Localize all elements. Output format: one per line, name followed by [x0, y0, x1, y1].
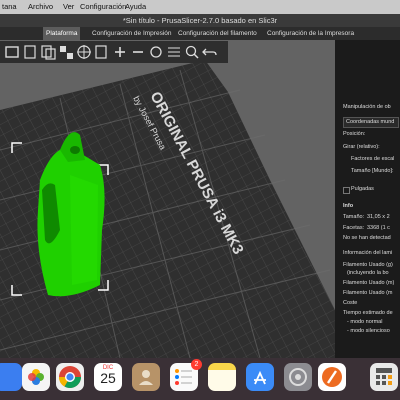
- app-store-icon[interactable]: [246, 363, 274, 391]
- reminders-icon[interactable]: 2: [170, 359, 202, 391]
- silent-mode-label: - modo silencioso: [347, 328, 390, 334]
- chrome-icon[interactable]: [56, 363, 84, 391]
- tab-configuracion-impresora[interactable]: Configuración de la Impresora: [264, 27, 357, 40]
- size-world-label: Tamaño [Mundo]:: [351, 168, 394, 174]
- inches-checkbox[interactable]: [343, 187, 350, 194]
- finder-icon[interactable]: [0, 363, 22, 391]
- facets-value: 3368 (1 c: [367, 225, 390, 231]
- split-icon[interactable]: [147, 43, 165, 61]
- slicing-info-heading: Información del lami: [343, 250, 393, 256]
- 3d-viewport[interactable]: ORIGINAL PRUSA i3 MK3 by Josef Prusa: [0, 40, 335, 358]
- filament-used-g-label: Filamento Usado (g): [343, 262, 393, 268]
- coordinates-select[interactable]: Coordenadas mund: [343, 117, 399, 128]
- delete-all-icon[interactable]: [39, 43, 57, 61]
- tab-bar: Plataforma Configuración de Impresión Co…: [0, 27, 400, 40]
- size-label: Tamaño:: [343, 214, 365, 220]
- tab-configuracion-impresion[interactable]: Configuración de Impresión: [89, 27, 175, 40]
- print-bed-scene[interactable]: ORIGINAL PRUSA i3 MK3 by Josef Prusa: [0, 40, 335, 358]
- filament-including-label: (incluyendo la bo: [347, 270, 389, 276]
- reminders-badge: 2: [191, 359, 202, 370]
- estimated-time-label: Tiempo estimado de: [343, 310, 393, 316]
- filament-used-mm-label: Filamento Usado (m: [343, 290, 393, 296]
- tab-configuracion-filamento[interactable]: Configuración del filamento: [175, 27, 260, 40]
- position-label: Posición:: [343, 131, 366, 137]
- scale-factors-label: Factores de escal: [351, 156, 395, 162]
- inches-label: Pulgadas: [351, 186, 374, 192]
- menu-item-configuracion[interactable]: Configuración: [80, 2, 126, 11]
- layers-editing-icon[interactable]: [165, 43, 183, 61]
- tab-plataforma[interactable]: Plataforma: [43, 27, 81, 40]
- add-object-icon[interactable]: [3, 43, 21, 61]
- settings-icon[interactable]: [284, 363, 312, 391]
- notes-icon[interactable]: [208, 363, 236, 391]
- normal-mode-label: - modo normal: [347, 319, 383, 325]
- calculator-icon[interactable]: [370, 363, 398, 391]
- undo-icon[interactable]: [201, 43, 219, 61]
- dock: DIC 25 2: [0, 358, 400, 400]
- window-title: *Sin título - PrusaSlicer-2.7.0 basado e…: [0, 14, 400, 27]
- copy-icon[interactable]: [75, 43, 93, 61]
- photos-icon[interactable]: [22, 363, 50, 391]
- calendar-icon[interactable]: DIC 25: [94, 363, 122, 391]
- info-heading: Info: [343, 203, 354, 209]
- menu-item-ver[interactable]: Ver: [63, 2, 74, 11]
- calendar-day: 25: [100, 370, 116, 386]
- manipulation-heading: Manipulación de ob: [343, 104, 391, 110]
- contacts-icon[interactable]: [132, 363, 160, 391]
- object-manipulation-panel: Manipulación de ob Coordenadas mund Posi…: [335, 40, 400, 358]
- delete-icon[interactable]: [21, 43, 39, 61]
- rotate-label: Girar (relativo):: [343, 144, 380, 150]
- menu-item-ventana[interactable]: tana: [2, 2, 17, 11]
- arrange-icon[interactable]: [57, 43, 75, 61]
- errors-status: No se han detectad: [343, 235, 391, 241]
- add-instance-icon[interactable]: [111, 43, 129, 61]
- prusaslicer-icon[interactable]: [318, 363, 346, 391]
- size-value: 31,05 x 2: [367, 214, 390, 220]
- filament-used-m-label: Filamento Usado (m): [343, 280, 395, 286]
- facets-label: Facetas:: [343, 225, 365, 231]
- menu-bar: tana Archivo Ver Configuración Ayuda: [0, 0, 400, 14]
- cost-label: Coste: [343, 300, 358, 306]
- menu-item-ayuda[interactable]: Ayuda: [125, 2, 146, 11]
- search-icon[interactable]: [183, 43, 201, 61]
- remove-instance-icon[interactable]: [129, 43, 147, 61]
- toolbar: [0, 41, 228, 63]
- paste-icon[interactable]: [93, 43, 111, 61]
- menu-item-archivo[interactable]: Archivo: [28, 2, 53, 11]
